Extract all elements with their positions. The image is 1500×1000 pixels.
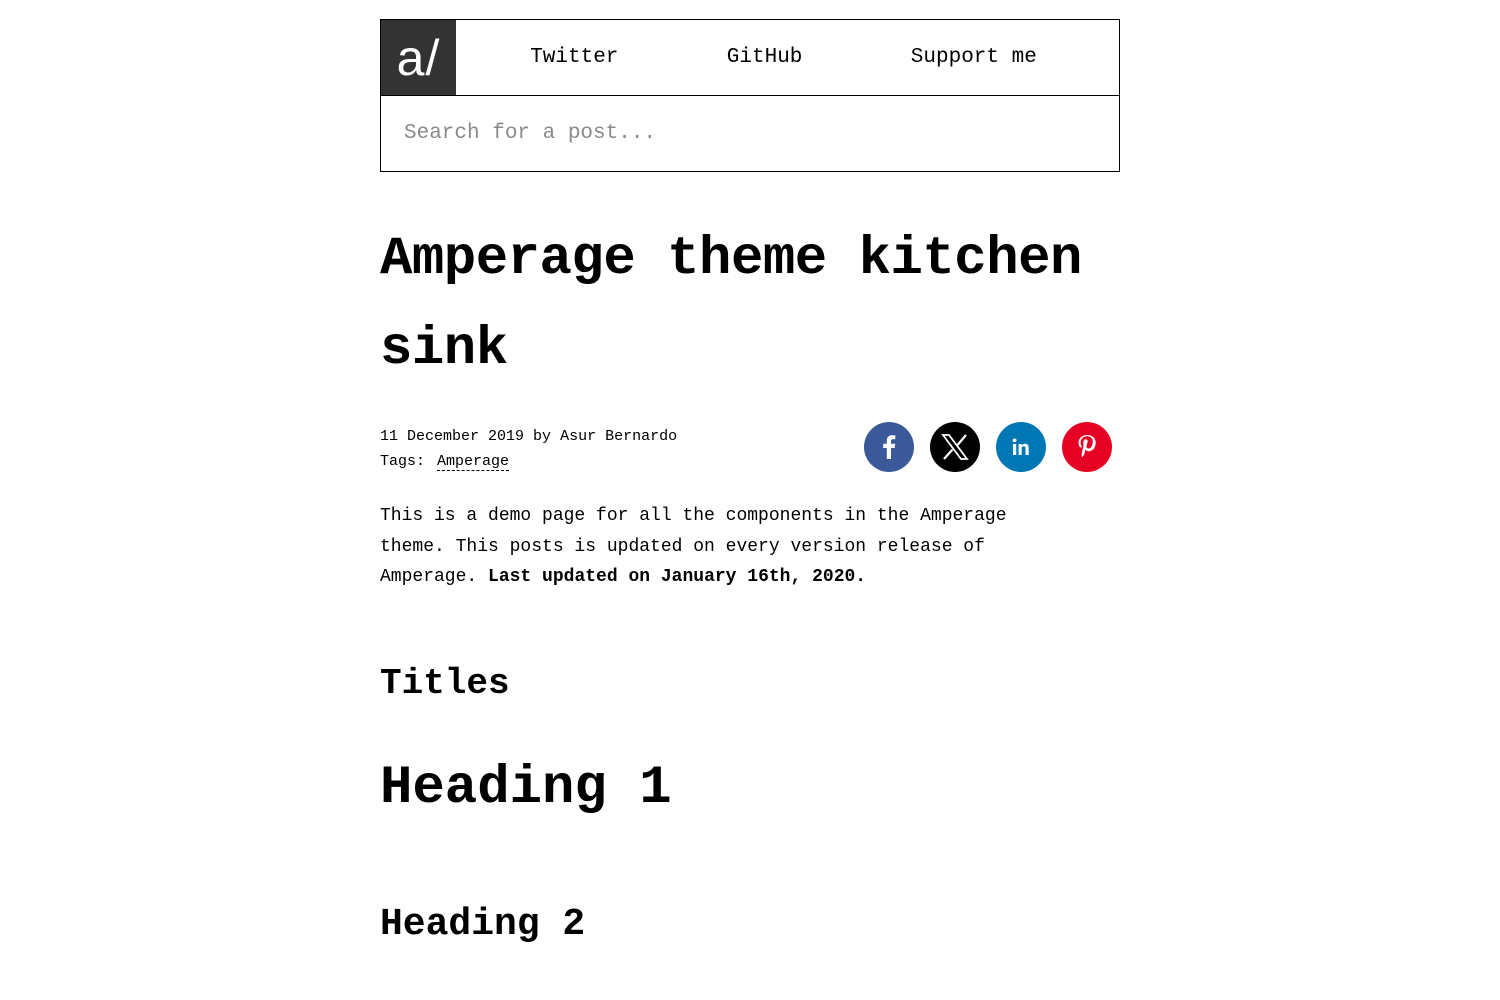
site-header: a/ Twitter GitHub Support me [380,19,1120,172]
demo-heading-1: Heading 1 [380,758,672,819]
post-title: Amperage theme kitchen sink [380,229,1082,380]
site-logo[interactable]: a/ [381,20,456,95]
share-buttons [864,422,1112,472]
search-box [380,96,1120,172]
main-nav: Twitter GitHub Support me [456,20,1119,95]
demo-heading-2: Heading 2 [380,903,586,946]
share-linkedin-button[interactable] [996,422,1046,472]
page: a/ Twitter GitHub Support me Amperage th… [0,0,1500,1000]
nav-link-twitter[interactable]: Twitter [530,46,618,69]
pinterest-icon [1078,435,1096,458]
top-navbar: a/ Twitter GitHub Support me [380,19,1120,96]
nav-link-support-me[interactable]: Support me [911,46,1037,69]
nav-link-github[interactable]: GitHub [727,46,803,69]
post-author: Asur Bernardo [560,428,678,445]
linkedin-icon [1012,438,1029,455]
intro-last-updated: Last updated on January 16th, 2020. [488,567,867,587]
share-facebook-button[interactable] [864,422,914,472]
section-heading-titles: Titles [380,663,510,704]
search-input[interactable] [381,96,1119,171]
share-x-button[interactable] [930,422,980,472]
post-intro: This is a demo page for all the componen… [380,501,1080,593]
x-icon [941,434,969,460]
post-tags: Tags: Amperage [380,449,677,474]
post-date: 11 December 2019 [380,428,525,445]
post-byline: 11 December 2019 by Asur Bernardo [380,424,677,449]
byline-by: by [533,428,552,445]
share-pinterest-button[interactable] [1062,422,1112,472]
post-meta: 11 December 2019 by Asur Bernardo Tags: A… [380,424,677,474]
tags-label: Tags: [380,453,426,470]
facebook-icon [883,435,896,459]
tag-link-amperage[interactable]: Amperage [437,453,510,471]
